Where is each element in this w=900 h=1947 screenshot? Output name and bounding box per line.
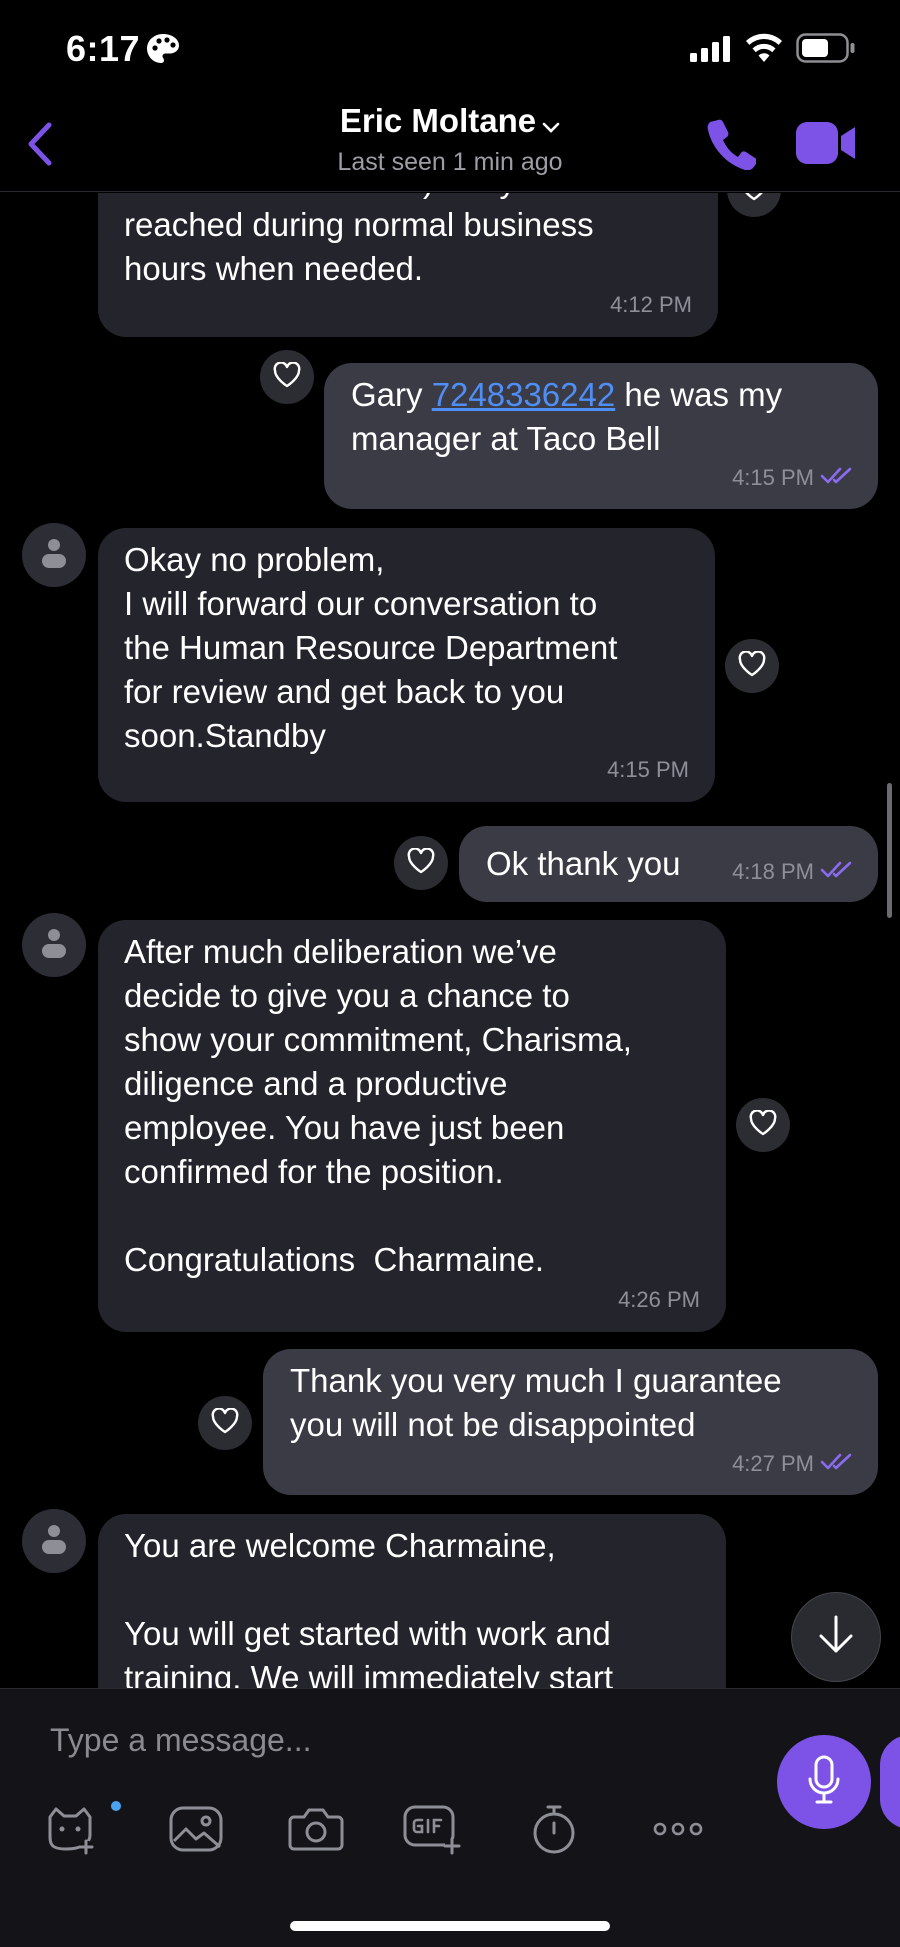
reaction-button[interactable] [260,350,314,404]
palette-icon [145,32,181,71]
more-button[interactable] [648,1801,708,1861]
video-camera-icon [796,122,858,170]
message-text: Thank you very much I guarantee you will… [290,1362,782,1443]
reaction-button[interactable] [727,193,781,217]
new-indicator-dot [111,1801,121,1811]
message-text: You are welcome Charmaine, You will get … [124,1527,614,1688]
scroll-to-bottom-button[interactable] [791,1592,881,1682]
outgoing-message[interactable]: Ok thank you 4:18 PM [459,826,878,902]
message-time: 4:12 PM [610,292,692,317]
reaction-button[interactable] [198,1396,252,1450]
read-receipt-icon [820,457,856,501]
reaction-button[interactable] [736,1098,790,1152]
reaction-button[interactable] [725,639,779,693]
gif-icon [402,1803,462,1860]
sticker-icon [42,1803,98,1860]
message-text: Ok thank you [486,845,681,882]
person-icon [41,1523,67,1560]
incoming-message[interactable]: Okay no problem, I will forward our conv… [98,528,715,802]
wifi-icon [744,33,784,68]
avatar[interactable] [22,523,86,587]
message-time-label: 4:27 PM [732,1450,814,1476]
video-call-button[interactable] [796,120,858,166]
timer-icon [530,1803,578,1860]
message-text: Gary 7248336242 he was my manager at Tac… [351,373,782,461]
heart-outline-icon [740,193,768,206]
composer [0,1688,900,1947]
microphone-icon [807,1755,841,1810]
message-text: After much deliberation we’ve decide to … [124,933,632,1278]
home-indicator[interactable] [290,1921,610,1931]
gallery-button[interactable] [166,1801,226,1861]
heart-outline-icon [407,846,435,879]
chat-header: Eric Moltane Last seen 1 min ago [0,100,900,192]
last-seen-status: Last seen 1 min ago [337,148,563,176]
message-time: 4:26 PM [618,1287,700,1312]
battery-icon [796,33,856,68]
phone-icon [706,119,757,174]
message-time-label: 4:15 PM [732,464,814,490]
arrow-down-icon [816,1614,856,1661]
person-icon [41,927,67,964]
message-list[interactable]: and Phone Contacts) They will be reached… [0,193,900,1688]
message-text-start: Gary [351,376,432,413]
voice-call-button[interactable] [706,116,757,171]
reaction-button[interactable] [394,836,448,890]
outgoing-message[interactable]: Gary 7248336242 he was my manager at Tac… [324,363,878,509]
message-time-label: 4:18 PM [732,859,814,884]
chevron-down-icon [542,104,560,142]
status-bar: 6:17 [0,0,900,100]
contact-name-button[interactable]: Eric Moltane [0,102,900,142]
timer-button[interactable] [524,1801,584,1861]
heart-outline-icon [749,1108,777,1141]
read-receipt-icon [820,851,856,895]
message-time: 4:15 PM [732,456,856,501]
gif-button[interactable] [402,1801,462,1861]
outgoing-message[interactable]: Thank you very much I guarantee you will… [263,1349,878,1495]
phone-number-link[interactable]: 7248336242 [432,376,616,413]
avatar[interactable] [22,1509,86,1573]
more-icon [653,1821,703,1842]
voice-message-button[interactable] [777,1735,871,1829]
incoming-message[interactable]: After much deliberation we’ve decide to … [98,920,726,1332]
heart-outline-icon [738,649,766,682]
status-time: 6:17 [66,28,141,69]
message-text: and Phone Contacts) They will be reached… [124,193,617,287]
contact-name: Eric Moltane [339,102,537,139]
message-time: 4:15 PM [607,757,689,782]
message-input[interactable] [50,1715,750,1765]
incoming-message[interactable]: and Phone Contacts) They will be reached… [98,193,718,337]
person-icon [41,537,67,574]
cellular-signal-icon [690,36,732,67]
incoming-message[interactable]: You are welcome Charmaine, You will get … [98,1514,726,1688]
avatar[interactable] [22,913,86,977]
gallery-icon [168,1805,224,1858]
message-text: Okay no problem, I will forward our conv… [124,541,618,754]
heart-outline-icon [211,1406,239,1439]
camera-icon [288,1805,344,1858]
message-time: 4:27 PM [732,1442,856,1487]
send-options-edge[interactable] [880,1735,900,1829]
camera-button[interactable] [286,1801,346,1861]
message-time: 4:18 PM [732,850,856,895]
read-receipt-icon [820,1443,856,1487]
scrollbar[interactable] [887,783,892,918]
sticker-button[interactable] [40,1801,100,1861]
heart-outline-icon [273,360,301,393]
